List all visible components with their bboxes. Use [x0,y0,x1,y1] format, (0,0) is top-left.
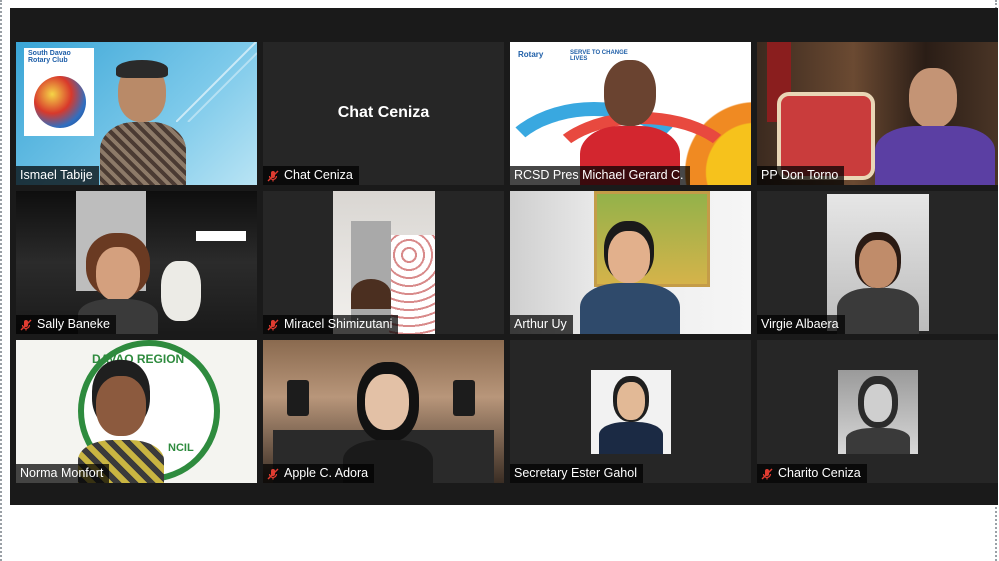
participant-name-tag: PP Don Torno [757,166,845,185]
participant-name: Arthur Uy [514,317,567,331]
decorative-lines [176,42,257,122]
participant-video [827,194,929,334]
participant-name: Charito Ceniza [778,466,861,480]
participant-name: Norma Monfort [20,466,104,480]
virtual-background: Rotary SERVE TO CHANGE LIVES [510,42,751,185]
participant-name-tag: Charito Ceniza [757,464,867,483]
council-text: NCIL [168,442,194,454]
page-left-border [0,0,5,561]
rotary-club-logo: South Davao Rotary Club [24,48,94,136]
video-tile-arthur-uy[interactable]: Arthur Uy [510,191,751,334]
participant-name: Sally Baneke [37,317,110,331]
room-background: DAVAO REGION NCIL [16,340,257,483]
participant-name-tag: Chat Ceniza [263,166,359,185]
participant-name: Apple C. Adora [284,466,369,480]
participant-display-name: Chat Ceniza [337,104,430,121]
participant-name-tag: Ismael Tabije [16,166,99,185]
participant-name-tag: Secretary Ester Gahol [510,464,643,483]
participant-name: Virgie Albaera [761,317,839,331]
mic-muted-icon [267,170,279,182]
globe-flags-icon [34,76,86,128]
video-tile-chat-ceniza[interactable]: Chat Ceniza Chat Ceniza [263,42,504,185]
room-background [757,42,998,185]
participant-name: Secretary Ester Gahol [514,466,637,480]
video-tile-ismael-tabije[interactable]: South Davao Rotary Club Ismael Tabije [16,42,257,185]
video-tile-pp-don-torno[interactable]: PP Don Torno [757,42,998,185]
virtual-background: South Davao Rotary Club [16,42,257,185]
studio-background [263,340,504,483]
rotary-logo-text: South Davao Rotary Club [28,50,71,64]
mic-muted-icon [761,468,773,480]
participant-name: Miracel Shimizutani [284,317,393,331]
mic-muted-icon [267,319,279,331]
mic-muted-icon [267,468,279,480]
video-tile-norma-monfort[interactable]: DAVAO REGION NCIL Norma Monfort [16,340,257,483]
participant-name-tag: Sally Baneke [16,315,116,334]
meeting-gallery-view: South Davao Rotary Club Ismael Tabije Ch… [10,8,998,505]
video-tile-sally-baneke[interactable]: Sally Baneke [16,191,257,334]
participant-name-tag: RCSD Pres Michael Gerard C. [510,166,690,185]
participant-name-tag: Norma Monfort [16,464,110,483]
participant-name-tag: Miracel Shimizutani [263,315,399,334]
room-background [16,191,257,334]
video-tile-miracel-shimizutani[interactable]: Miracel Shimizutani [263,191,504,334]
participant-video [333,191,435,334]
room-background [510,191,751,334]
video-tile-secretary-ester-gahol[interactable]: Secretary Ester Gahol [510,340,751,483]
video-area [757,191,998,334]
video-tile-virgie-albaera[interactable]: Virgie Albaera [757,191,998,334]
video-tile-charito-ceniza[interactable]: Charito Ceniza [757,340,998,483]
participant-name-tag: Virgie Albaera [757,315,845,334]
participant-name-tag: Arthur Uy [510,315,573,334]
video-tile-apple-c-adora[interactable]: Apple C. Adora [263,340,504,483]
participant-video [580,221,680,334]
participant-name: Ismael Tabije [20,168,93,182]
participant-name: PP Don Torno [761,168,839,182]
profile-picture [838,370,918,454]
video-area [263,191,504,334]
video-tile-rcsd-pres-michael-gerard[interactable]: Rotary SERVE TO CHANGE LIVES RCSD Pres M… [510,42,751,185]
mic-muted-icon [20,319,32,331]
rotary-banner-text: Rotary [518,50,544,59]
participant-name: RCSD Pres Michael Gerard C. [514,168,684,182]
participant-video [875,64,995,185]
participant-name: Chat Ceniza [284,168,353,182]
profile-picture [591,370,671,454]
participant-video [100,58,186,185]
participant-name-tag: Apple C. Adora [263,464,375,483]
